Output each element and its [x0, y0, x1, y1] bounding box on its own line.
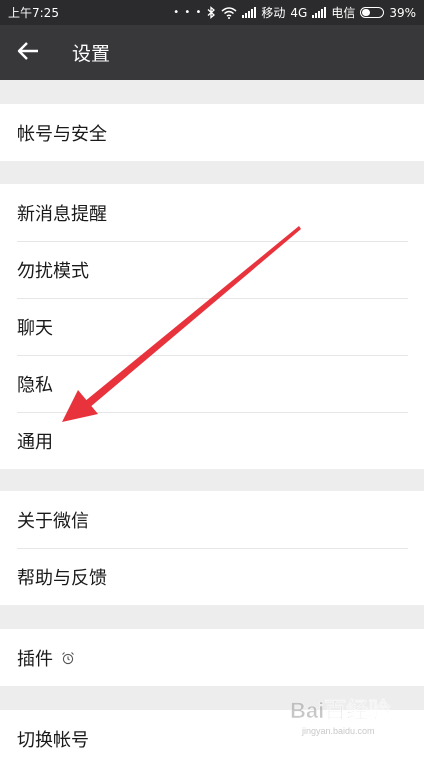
bluetooth-icon	[207, 6, 216, 19]
network-type: 4G	[290, 5, 308, 20]
alarm-clock-icon	[61, 651, 75, 665]
account-group: 帐号与安全	[0, 104, 424, 161]
settings-item-privacy[interactable]: 隐私	[0, 355, 424, 412]
list-item-label: 通用	[17, 431, 53, 453]
list-item-label: 帮助与反馈	[17, 567, 107, 589]
back-button[interactable]	[0, 25, 56, 80]
wifi-icon	[221, 6, 237, 19]
list-item-label: 帐号与安全	[17, 123, 107, 145]
battery-percent: 39%	[389, 5, 416, 20]
plugins-group: 插件	[0, 629, 424, 686]
status-indicators: • • • 移动 4G 电信 39%	[173, 4, 416, 21]
settings-item-switch-account[interactable]: 切换帐号	[0, 710, 424, 758]
arrow-left-icon	[17, 41, 39, 65]
carrier-telecom: 电信	[331, 6, 356, 20]
list-item-label: 插件	[17, 648, 53, 670]
list-item-label: 新消息提醒	[17, 203, 107, 225]
list-item-label: 勿扰模式	[17, 260, 89, 282]
settings-item-help-feedback[interactable]: 帮助与反馈	[0, 548, 424, 605]
signal-icon-2	[312, 7, 327, 18]
list-item-label: 聊天	[17, 317, 53, 339]
notification-dots: • • •	[173, 7, 203, 18]
switch-account-group: 切换帐号	[0, 710, 424, 758]
settings-item-account-security[interactable]: 帐号与安全	[0, 104, 424, 161]
settings-item-plugins[interactable]: 插件	[0, 629, 424, 686]
settings-item-about[interactable]: 关于微信	[0, 491, 424, 548]
list-item-label: 隐私	[17, 374, 53, 396]
battery-icon	[360, 7, 385, 18]
settings-item-notifications[interactable]: 新消息提醒	[0, 184, 424, 241]
list-item-label: 关于微信	[17, 510, 89, 532]
about-group: 关于微信 帮助与反馈	[0, 491, 424, 605]
settings-group: 新消息提醒 勿扰模式 聊天 隐私 通用	[0, 184, 424, 469]
settings-item-do-not-disturb[interactable]: 勿扰模式	[0, 241, 424, 298]
app-header: 设置	[0, 25, 424, 80]
settings-item-general[interactable]: 通用	[0, 412, 424, 469]
page-title: 设置	[72, 43, 111, 65]
status-time: 上午7:25	[8, 6, 59, 20]
settings-item-chat[interactable]: 聊天	[0, 298, 424, 355]
carrier-mobile: 移动	[261, 6, 286, 20]
status-bar: 上午7:25 • • • 移动 4G 电信 39%	[0, 0, 424, 25]
signal-icon	[242, 7, 257, 18]
list-item-label: 切换帐号	[17, 729, 89, 751]
